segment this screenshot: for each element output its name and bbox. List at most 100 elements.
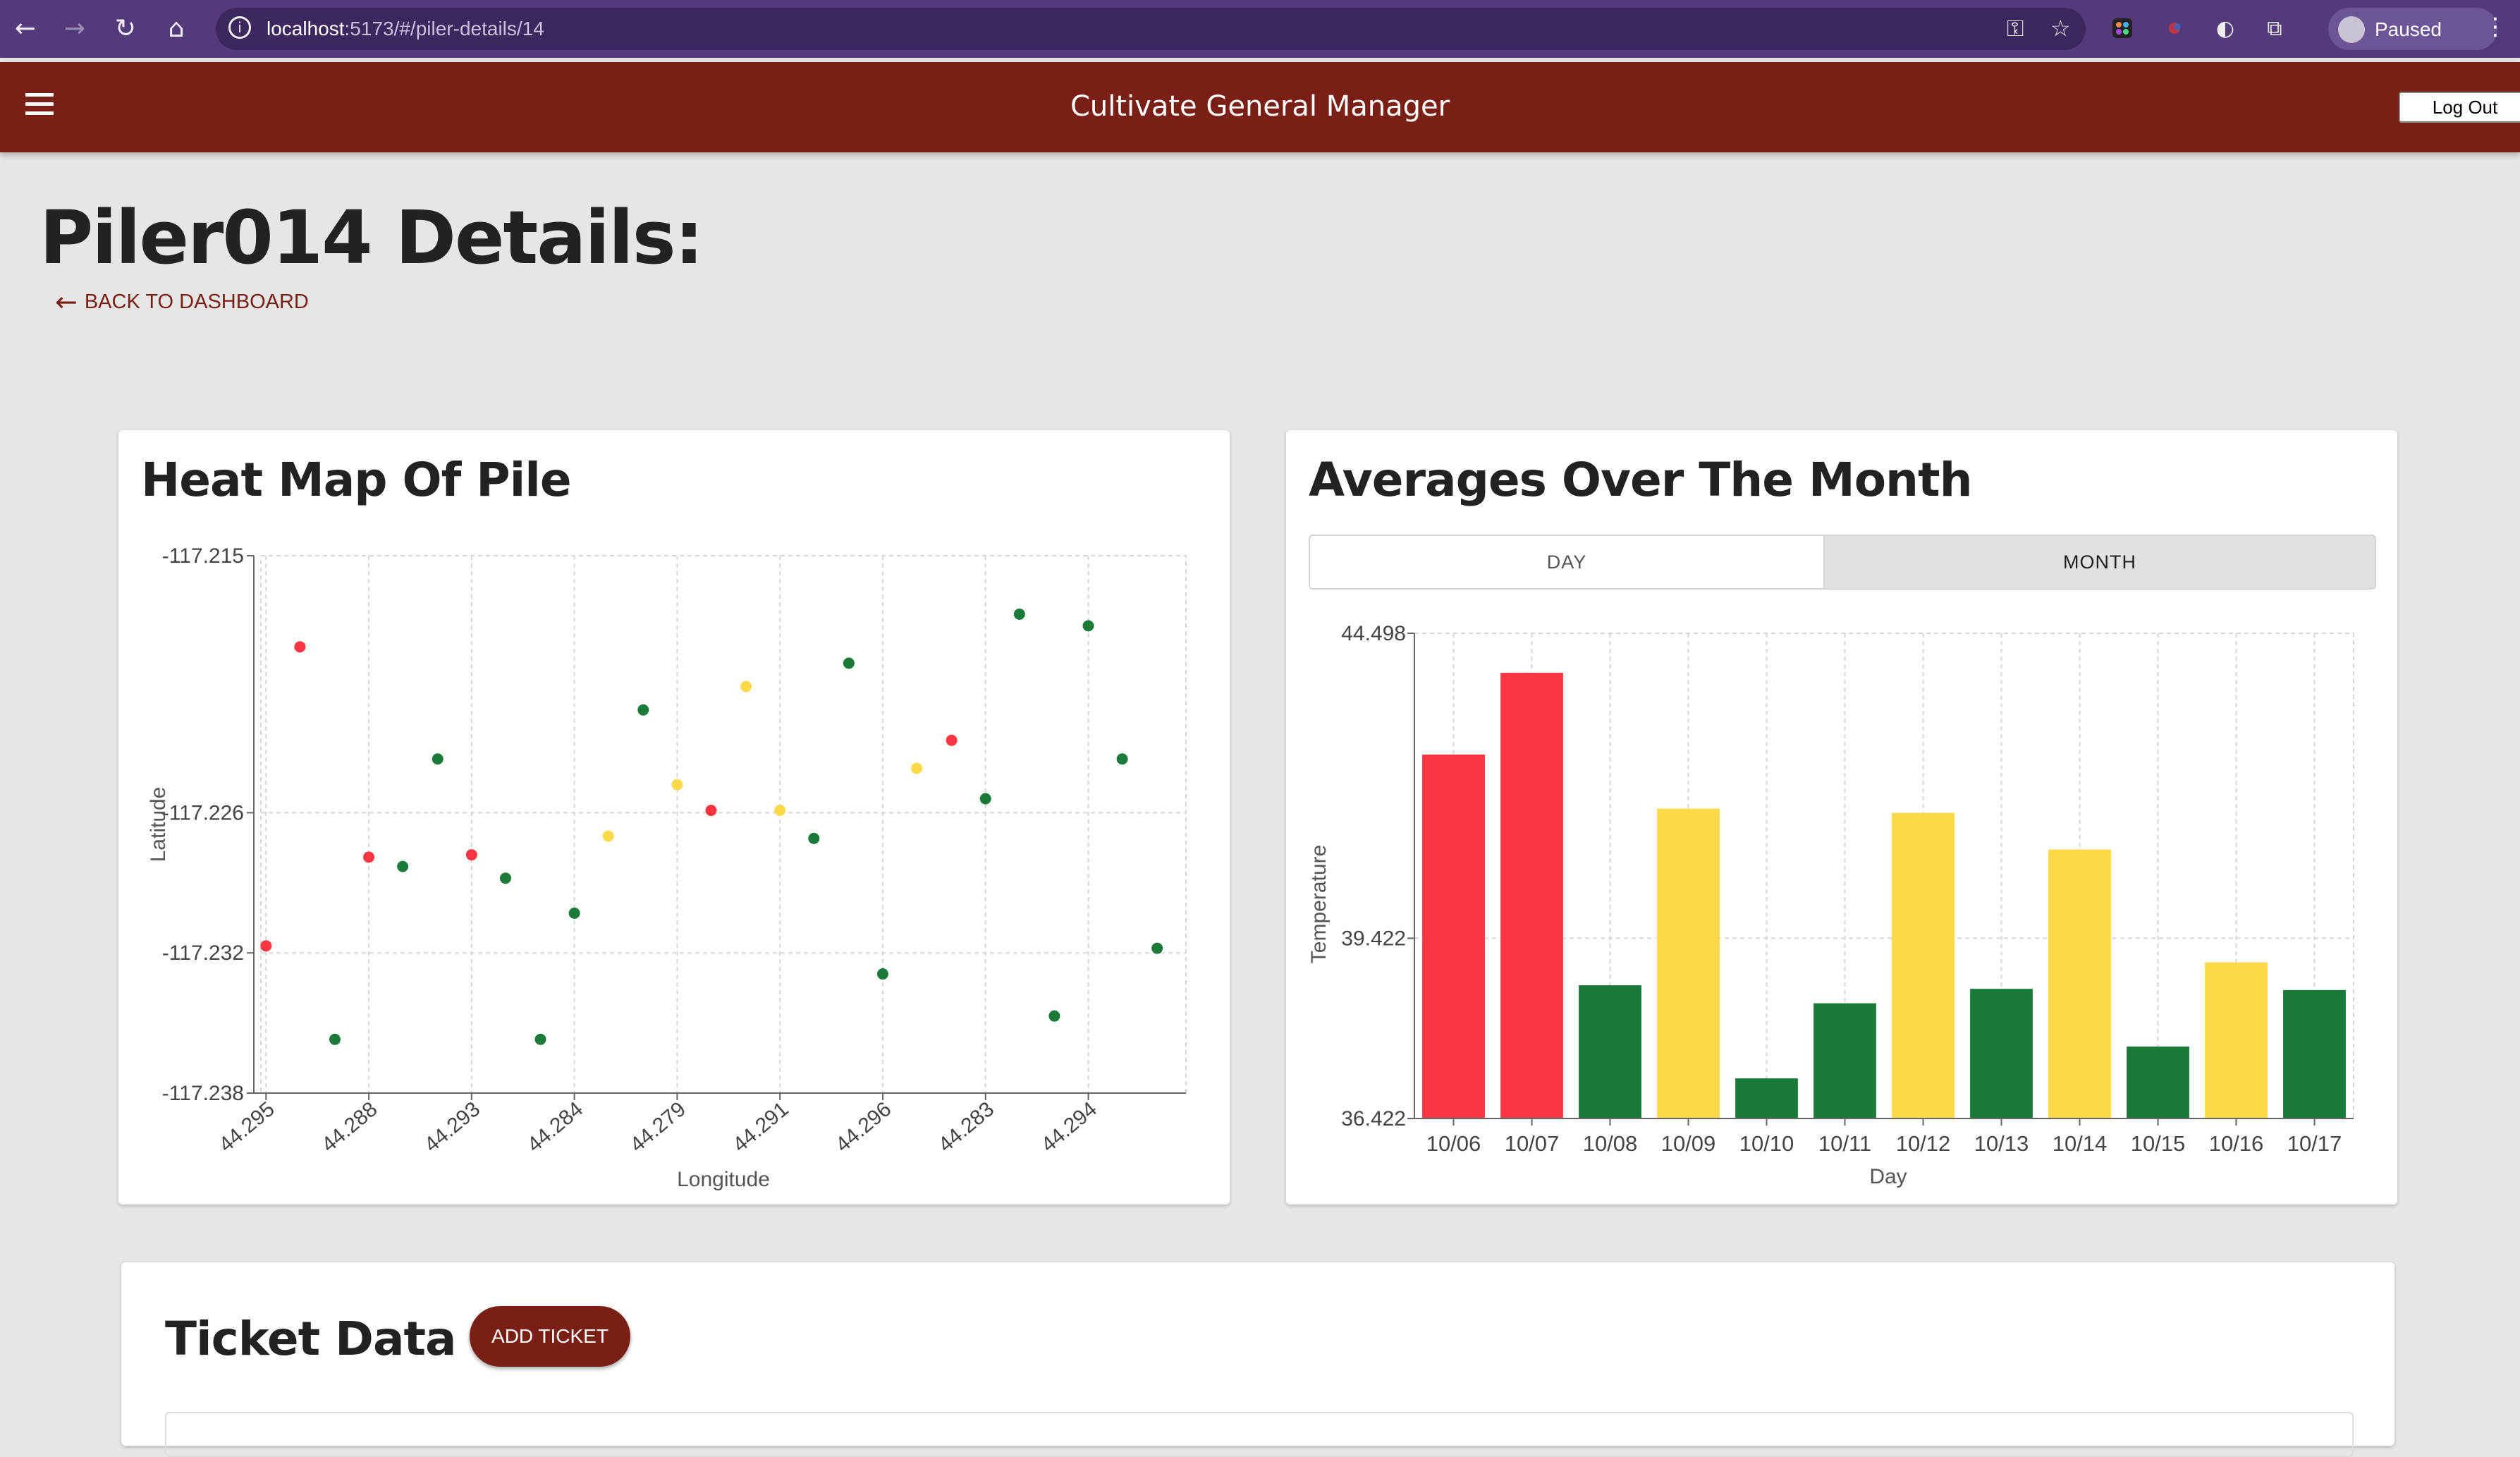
bookmark-star-icon[interactable]: ☆ (2050, 15, 2071, 42)
x-tick-label: 44.293 (420, 1097, 485, 1157)
averages-card: Averages Over The Month DAY MONTH 44.498… (1286, 430, 2397, 1205)
extensions-puzzle-icon[interactable]: ⧉ (2261, 14, 2289, 42)
ticket-table (165, 1412, 2354, 1457)
x-tick-label: 10/16 (2209, 1131, 2264, 1156)
x-tick-label: 10/07 (1505, 1131, 1560, 1156)
x-axis-label: Day (1869, 1165, 1907, 1188)
data-point (432, 753, 444, 765)
app-header: Cultivate General Manager Log Out (0, 62, 2520, 152)
x-tick-label: 44.288 (317, 1097, 382, 1157)
site-info-icon[interactable]: i (228, 16, 251, 39)
data-point (294, 641, 306, 653)
password-key-icon[interactable]: ⚿ (2007, 15, 2024, 42)
bar (1892, 812, 1955, 1118)
extension-app-icon[interactable] (2108, 14, 2136, 42)
more-vertical-icon[interactable]: ⋮ (2483, 13, 2507, 41)
home-icon[interactable]: ⌂ (161, 13, 192, 44)
data-point (1048, 1010, 1060, 1022)
data-point (740, 681, 752, 693)
address-bar[interactable]: i localhost:5173/#/piler-details/14 ⚿ ☆ (216, 8, 2086, 50)
data-point (1151, 942, 1163, 954)
data-point (671, 779, 683, 791)
x-tick-label: 10/15 (2131, 1131, 2186, 1156)
data-point (946, 734, 958, 746)
data-point (534, 1033, 546, 1045)
back-link-label: BACK TO DASHBOARD (84, 290, 309, 313)
page-title: Piler014 Details: (39, 195, 704, 281)
y-tick-label: -117.238 (162, 1082, 244, 1105)
logout-button[interactable]: Log Out (2399, 92, 2520, 123)
heatmap-card: Heat Map Of Pile -117.215 -117.226 -117.23… (118, 430, 1230, 1205)
x-tick-label: 10/13 (1974, 1131, 2029, 1156)
profile-status: Paused (2375, 18, 2442, 40)
avatar (2338, 16, 2365, 43)
data-point (876, 968, 888, 980)
y-tick-label: 36.422 (1341, 1107, 1406, 1130)
x-tick-label: 10/14 (2053, 1131, 2108, 1156)
x-tick-label: 44.283 (934, 1097, 999, 1157)
forward-arrow-icon[interactable]: → (59, 13, 90, 44)
ticket-card: Ticket Data ADD TICKET (121, 1262, 2394, 1457)
profile-button[interactable]: Paused (2328, 8, 2497, 50)
data-point (363, 851, 375, 863)
x-tick-label: 10/11 (1818, 1131, 1871, 1156)
x-tick-label: 44.284 (523, 1097, 588, 1157)
app-title: Cultivate General Manager (1070, 90, 1450, 123)
bar (2205, 962, 2268, 1118)
x-tick-label: 44.294 (1037, 1097, 1102, 1157)
back-arrow-icon[interactable]: ← (10, 13, 41, 44)
bar (1970, 989, 2033, 1118)
averages-bar-chart: 44.498 39.422 36.422 10/06 10/07 10/08 10/09 10… (1307, 622, 2354, 1188)
bar (2127, 1046, 2189, 1118)
extension-color-icon[interactable] (2160, 14, 2189, 42)
data-point (1082, 620, 1094, 632)
y-tick-label: 39.422 (1341, 927, 1406, 950)
bar (1500, 673, 1563, 1118)
x-tick-label: 10/10 (1739, 1131, 1794, 1156)
y-axis-label: Latitude (147, 787, 170, 862)
x-tick-label: 10/12 (1896, 1131, 1951, 1156)
data-point (979, 793, 991, 805)
y-tick-label: -117.226 (162, 801, 244, 824)
x-tick-label: 44.279 (625, 1097, 690, 1157)
y-tick-label: 44.498 (1341, 622, 1406, 645)
data-point (774, 805, 786, 817)
data-point (911, 762, 923, 774)
y-tick-label: -117.232 (162, 941, 244, 965)
browser-toolbar: ← → ↻ ⌂ i localhost:5173/#/piler-details… (0, 0, 2520, 58)
bar (1579, 985, 1641, 1118)
plot-frame (260, 555, 1187, 1094)
y-tick-label: -117.215 (162, 544, 244, 568)
data-point (260, 940, 272, 952)
x-tick-label: 10/06 (1426, 1131, 1481, 1156)
x-axis-label: Longitude (677, 1168, 770, 1191)
bar (1422, 754, 1485, 1118)
y-axis-label: Temperature (1307, 845, 1331, 963)
add-ticket-button[interactable]: ADD TICKET (470, 1306, 630, 1367)
back-to-dashboard-link[interactable]: ← BACK TO DASHBOARD (55, 286, 309, 317)
data-point (602, 830, 614, 842)
data-point (499, 872, 511, 884)
bar (1735, 1078, 1798, 1118)
x-tick-label: 44.296 (831, 1097, 896, 1157)
x-tick-label: 44.295 (214, 1097, 279, 1157)
arrow-left-icon: ← (55, 286, 78, 317)
x-tick-label: 10/17 (2287, 1131, 2342, 1156)
data-point (843, 657, 855, 669)
data-point (808, 832, 820, 844)
data-point (329, 1033, 341, 1045)
bar (2048, 849, 2111, 1118)
extension-circle-icon[interactable]: ◐ (2211, 14, 2239, 42)
data-point (1116, 753, 1128, 765)
x-tick-label: 10/09 (1661, 1131, 1716, 1156)
data-point (1013, 608, 1025, 620)
data-point (637, 704, 649, 716)
data-point (568, 907, 580, 919)
x-tick-label: 10/08 (1583, 1131, 1638, 1156)
reload-icon[interactable]: ↻ (110, 13, 141, 44)
data-point (465, 849, 477, 861)
data-point (705, 805, 717, 817)
url-text[interactable]: localhost:5173/#/piler-details/14 (267, 18, 544, 40)
x-tick-label: 44.291 (728, 1097, 793, 1157)
data-point (397, 860, 409, 872)
